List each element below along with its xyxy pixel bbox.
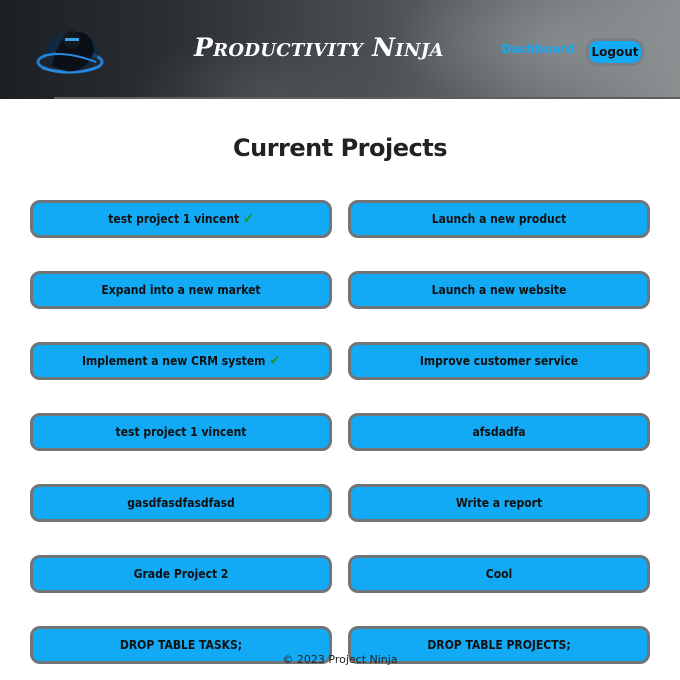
project-button[interactable]: test project 1 vincent ✔ <box>30 200 332 238</box>
project-label: Cool <box>485 567 513 581</box>
project-label: DROP TABLE PROJECTS; <box>427 638 571 652</box>
project-button[interactable]: Launch a new website <box>348 271 650 309</box>
site-header: Productivity Ninja Dashboard Logout <box>0 0 680 99</box>
project-label: afsdadfa <box>472 425 526 439</box>
nav-dashboard-link[interactable]: Dashboard <box>500 40 576 58</box>
project-label: Grade Project 2 <box>133 567 229 581</box>
project-label: Improve customer service <box>419 354 579 368</box>
project-label: test project 1 vincent <box>108 212 240 226</box>
project-label: DROP TABLE TASKS; <box>119 638 243 652</box>
checkmark-icon: ✔ <box>243 211 254 227</box>
project-button[interactable]: Write a report <box>348 484 650 522</box>
project-button[interactable]: Expand into a new market <box>30 271 332 309</box>
project-button[interactable]: Implement a new CRM system ✔ <box>30 342 332 380</box>
project-label: gasdfasdfasdfasd <box>127 496 235 510</box>
project-button[interactable]: afsdadfa <box>348 413 650 451</box>
project-label: Write a report <box>455 496 543 510</box>
project-button[interactable]: gasdfasdfasdfasd <box>30 484 332 522</box>
project-grid: test project 1 vincent ✔ Launch a new prod… <box>30 200 650 664</box>
logout-button[interactable]: Logout <box>586 38 644 66</box>
checkmark-icon: ✔ <box>269 353 280 369</box>
project-label: Launch a new product <box>431 212 567 226</box>
project-button[interactable]: Grade Project 2 <box>30 555 332 593</box>
page-title: Current Projects <box>233 134 447 162</box>
project-button[interactable]: Cool <box>348 555 650 593</box>
site-title: Productivity Ninja <box>194 33 444 62</box>
project-button[interactable]: DROP TABLE PROJECTS; <box>348 626 650 664</box>
project-button[interactable]: Improve customer service <box>348 342 650 380</box>
project-button[interactable]: Launch a new product <box>348 200 650 238</box>
project-label: Expand into a new market <box>101 283 261 297</box>
project-button[interactable]: test project 1 vincent <box>30 413 332 451</box>
header-divider <box>54 97 680 99</box>
project-label: test project 1 vincent <box>115 425 247 439</box>
project-label: Launch a new website <box>431 283 567 297</box>
ninja-logo-icon[interactable] <box>34 22 106 80</box>
project-label: Implement a new CRM system <box>82 354 266 368</box>
project-button[interactable]: DROP TABLE TASKS; <box>30 626 332 664</box>
